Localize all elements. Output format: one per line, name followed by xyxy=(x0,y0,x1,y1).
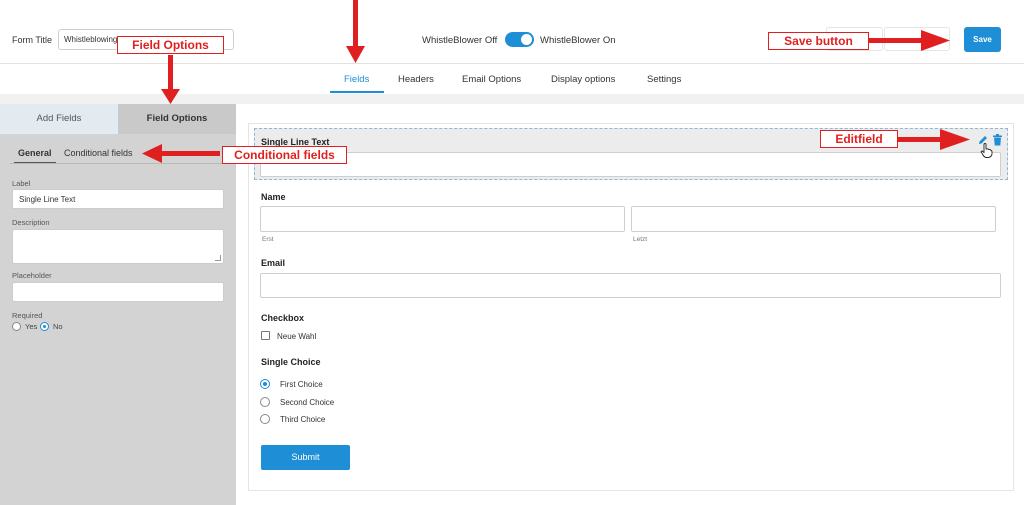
toggle-knob xyxy=(521,34,532,45)
whistleblower-off-label: WhistleBlower Off xyxy=(422,35,498,46)
tab-display-options[interactable]: Display options xyxy=(551,74,615,85)
first-name-hint: Erst xyxy=(262,236,274,243)
form-title-label: Form Title xyxy=(12,35,53,45)
label-caption: Label xyxy=(12,179,31,188)
last-name-hint: Letzt xyxy=(633,236,648,243)
tab-settings[interactable]: Settings xyxy=(647,74,681,85)
tab-email-options[interactable]: Email Options xyxy=(462,74,521,85)
checkbox-neue-wahl[interactable] xyxy=(261,331,270,340)
whistleblower-toggle[interactable] xyxy=(505,32,534,47)
first-name-input[interactable] xyxy=(260,206,625,232)
active-tab-underline xyxy=(330,91,384,93)
placeholder-input[interactable] xyxy=(12,282,224,302)
tab-field-options[interactable]: Field Options xyxy=(118,104,236,134)
whistleblower-on-label: WhistleBlower On xyxy=(540,35,616,46)
single-line-input[interactable] xyxy=(260,152,1001,177)
third-choice-label: Third Choice xyxy=(280,415,326,424)
email-input[interactable] xyxy=(260,273,1001,298)
radio-second-choice[interactable] xyxy=(260,397,270,407)
name-title: Name xyxy=(261,192,286,202)
hand-pointer-icon xyxy=(980,143,993,158)
email-title: Email xyxy=(261,258,286,268)
checkbox-title: Checkbox xyxy=(261,313,305,323)
subtab-conditional-fields[interactable]: Conditional fields xyxy=(64,148,133,158)
single-choice-title: Single Choice xyxy=(261,357,321,367)
annotation-field-options: Field Options xyxy=(117,36,224,54)
radio-third-choice[interactable] xyxy=(260,414,270,424)
resize-grip-icon[interactable] xyxy=(215,255,221,261)
required-yes-label: Yes xyxy=(25,322,38,331)
tab-add-fields[interactable]: Add Fields xyxy=(0,104,118,134)
annotation-editfield: Editfield xyxy=(820,130,898,148)
checkbox-option-label: Neue Wahl xyxy=(277,332,317,341)
save-button[interactable]: Save xyxy=(964,27,1001,52)
subtab-divider xyxy=(10,163,224,164)
required-yes-radio[interactable] xyxy=(12,322,21,331)
field-options-panel xyxy=(0,104,236,505)
annotation-conditional-fields: Conditional fields xyxy=(222,146,347,164)
required-caption: Required xyxy=(12,311,43,320)
submit-button[interactable]: Submit xyxy=(261,445,350,470)
toolbar-button-blank-2[interactable] xyxy=(884,27,950,51)
second-choice-label: Second Choice xyxy=(280,398,335,407)
separator-strip xyxy=(0,94,1024,104)
first-choice-label: First Choice xyxy=(280,380,323,389)
description-caption: Description xyxy=(12,218,50,227)
tab-fields[interactable]: Fields xyxy=(344,74,369,85)
required-no-radio[interactable] xyxy=(40,322,49,331)
required-no-label: No xyxy=(53,322,63,331)
label-input[interactable]: Single Line Text xyxy=(12,189,224,209)
radio-first-choice[interactable] xyxy=(260,379,270,389)
trash-icon[interactable] xyxy=(992,134,1003,146)
last-name-input[interactable] xyxy=(631,206,996,232)
tab-headers[interactable]: Headers xyxy=(398,74,434,85)
description-textarea[interactable] xyxy=(12,229,224,264)
annotation-save-button: Save button xyxy=(768,32,869,50)
subtab-general[interactable]: General xyxy=(18,148,52,158)
placeholder-caption: Placeholder xyxy=(12,271,52,280)
